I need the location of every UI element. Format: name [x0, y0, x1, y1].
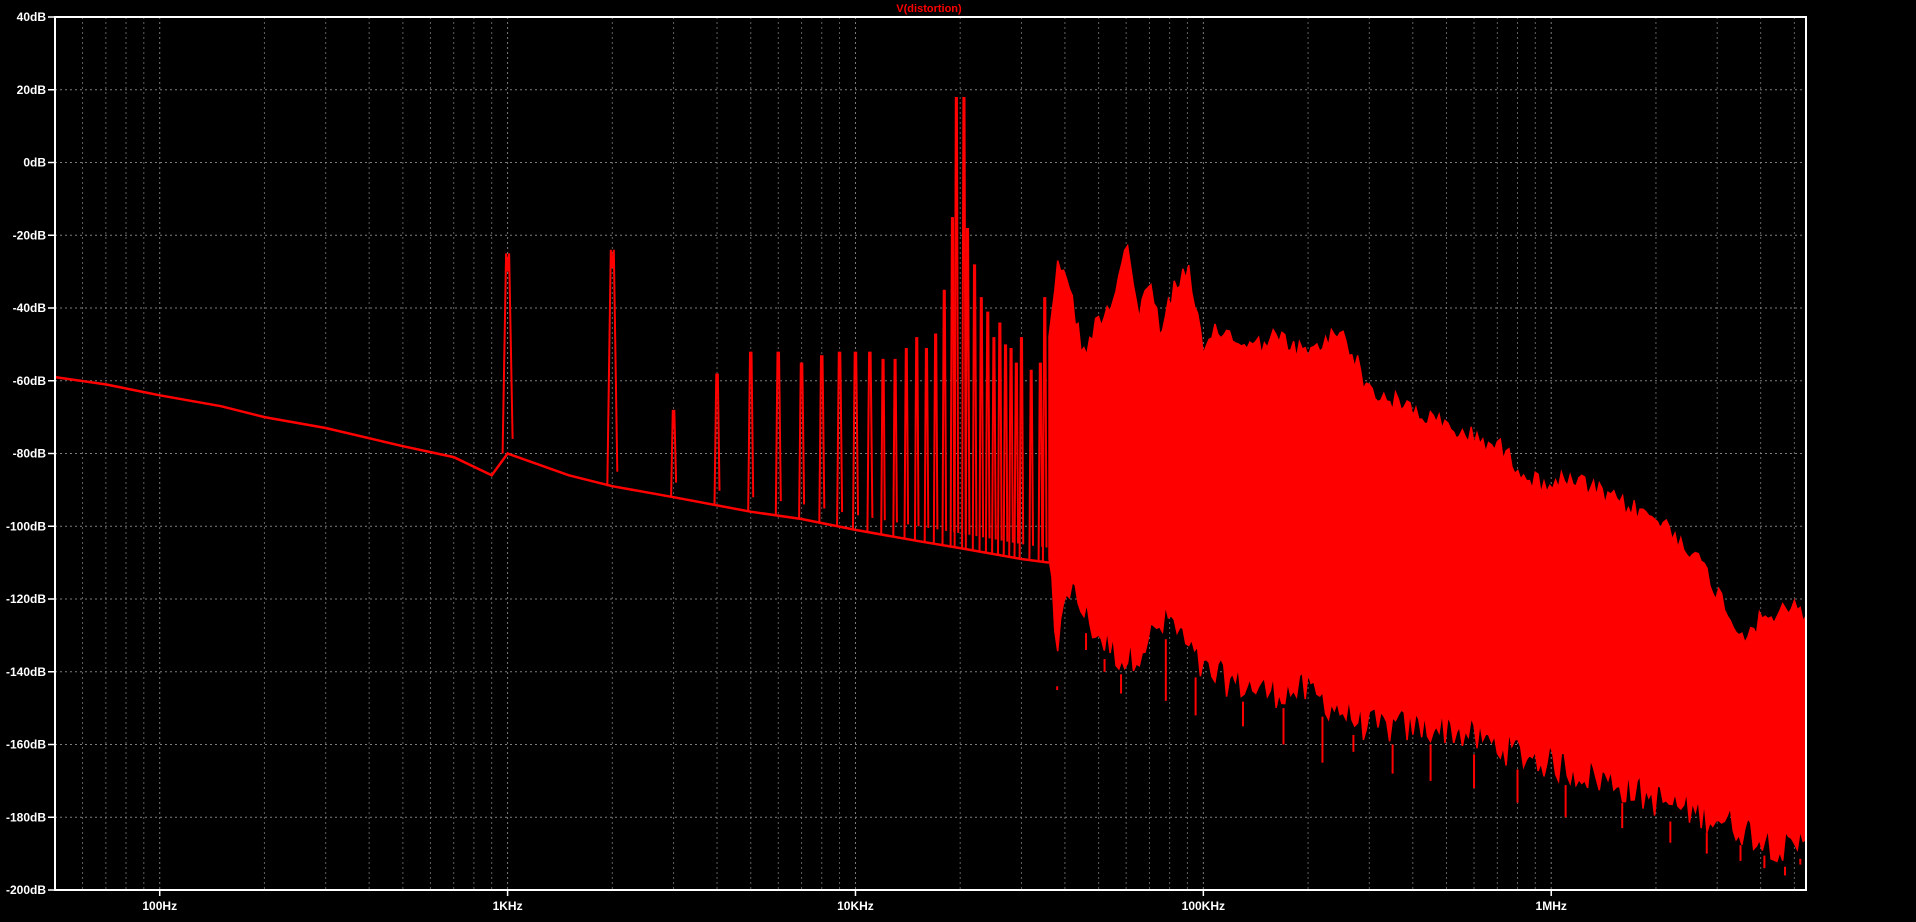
harmonic-peak — [1002, 344, 1009, 557]
harmonic-peak — [903, 347, 910, 539]
noise-floor-trace — [54, 375, 1050, 564]
harmonic-peak — [713, 373, 721, 506]
harmonic-peak — [1028, 369, 1034, 561]
y-tick-label: -200dB — [6, 883, 46, 897]
harmonic-peak — [866, 351, 874, 533]
noise-band — [1048, 243, 1807, 863]
y-tick-label: 20dB — [17, 83, 47, 97]
y-tick-label: -160dB — [6, 738, 46, 752]
y-tick-label: -120dB — [6, 592, 46, 606]
y-tick-label: 40dB — [17, 10, 47, 24]
harmonic-peak — [1037, 362, 1044, 562]
y-tick-label: -20dB — [13, 228, 47, 242]
x-tick-label: 100Hz — [142, 899, 177, 913]
harmonic-peak — [978, 297, 985, 552]
x-tick-label: 1KHz — [493, 899, 523, 913]
y-tick-label: -180dB — [6, 810, 46, 824]
harmonic-peak — [971, 264, 978, 551]
harmonic-peak — [1008, 347, 1014, 558]
y-tick-label: -80dB — [13, 447, 47, 461]
x-tick-label: 100KHz — [1182, 899, 1225, 913]
y-tick-label: -140dB — [6, 665, 46, 679]
x-tick-label: 10KHz — [837, 899, 874, 913]
harmonic-peak — [964, 227, 971, 550]
harmonic-peak — [1013, 362, 1020, 559]
harmonic-peak — [892, 358, 898, 537]
plot-window[interactable]: 40dB 20dB 0dB -20dB -40dB -60dB -80dB -100dB -12… — [0, 0, 1916, 917]
harmonic-peak — [953, 96, 960, 548]
harmonic-peak — [991, 337, 997, 555]
spectrum-chart[interactable]: 40dB 20dB 0dB -20dB -40dB -60dB -80dB -100dB -12… — [0, 0, 1916, 917]
harmonic-peak — [941, 289, 948, 546]
harmonic-peak — [880, 358, 886, 535]
harmonic-peak — [932, 333, 939, 545]
y-tick-label: -40dB — [13, 301, 47, 315]
harmonic-peak — [913, 337, 920, 541]
y-tick-label: -100dB — [6, 519, 46, 533]
y-tick-label: -60dB — [13, 374, 47, 388]
x-tick-label: 1MHz — [1536, 899, 1567, 913]
harmonic-peak — [923, 347, 930, 543]
harmonic-peak — [984, 311, 991, 554]
trace-layer — [54, 96, 1807, 876]
harmonic-peak — [949, 217, 956, 547]
y-tick-label: 0dB — [23, 156, 46, 170]
harmonic-peak — [798, 362, 806, 520]
harmonic-peak — [836, 351, 844, 527]
harmonic-peak — [997, 322, 1003, 556]
trace-label[interactable]: V(distortion) — [896, 3, 962, 15]
harmonic-peak — [1041, 297, 1048, 563]
